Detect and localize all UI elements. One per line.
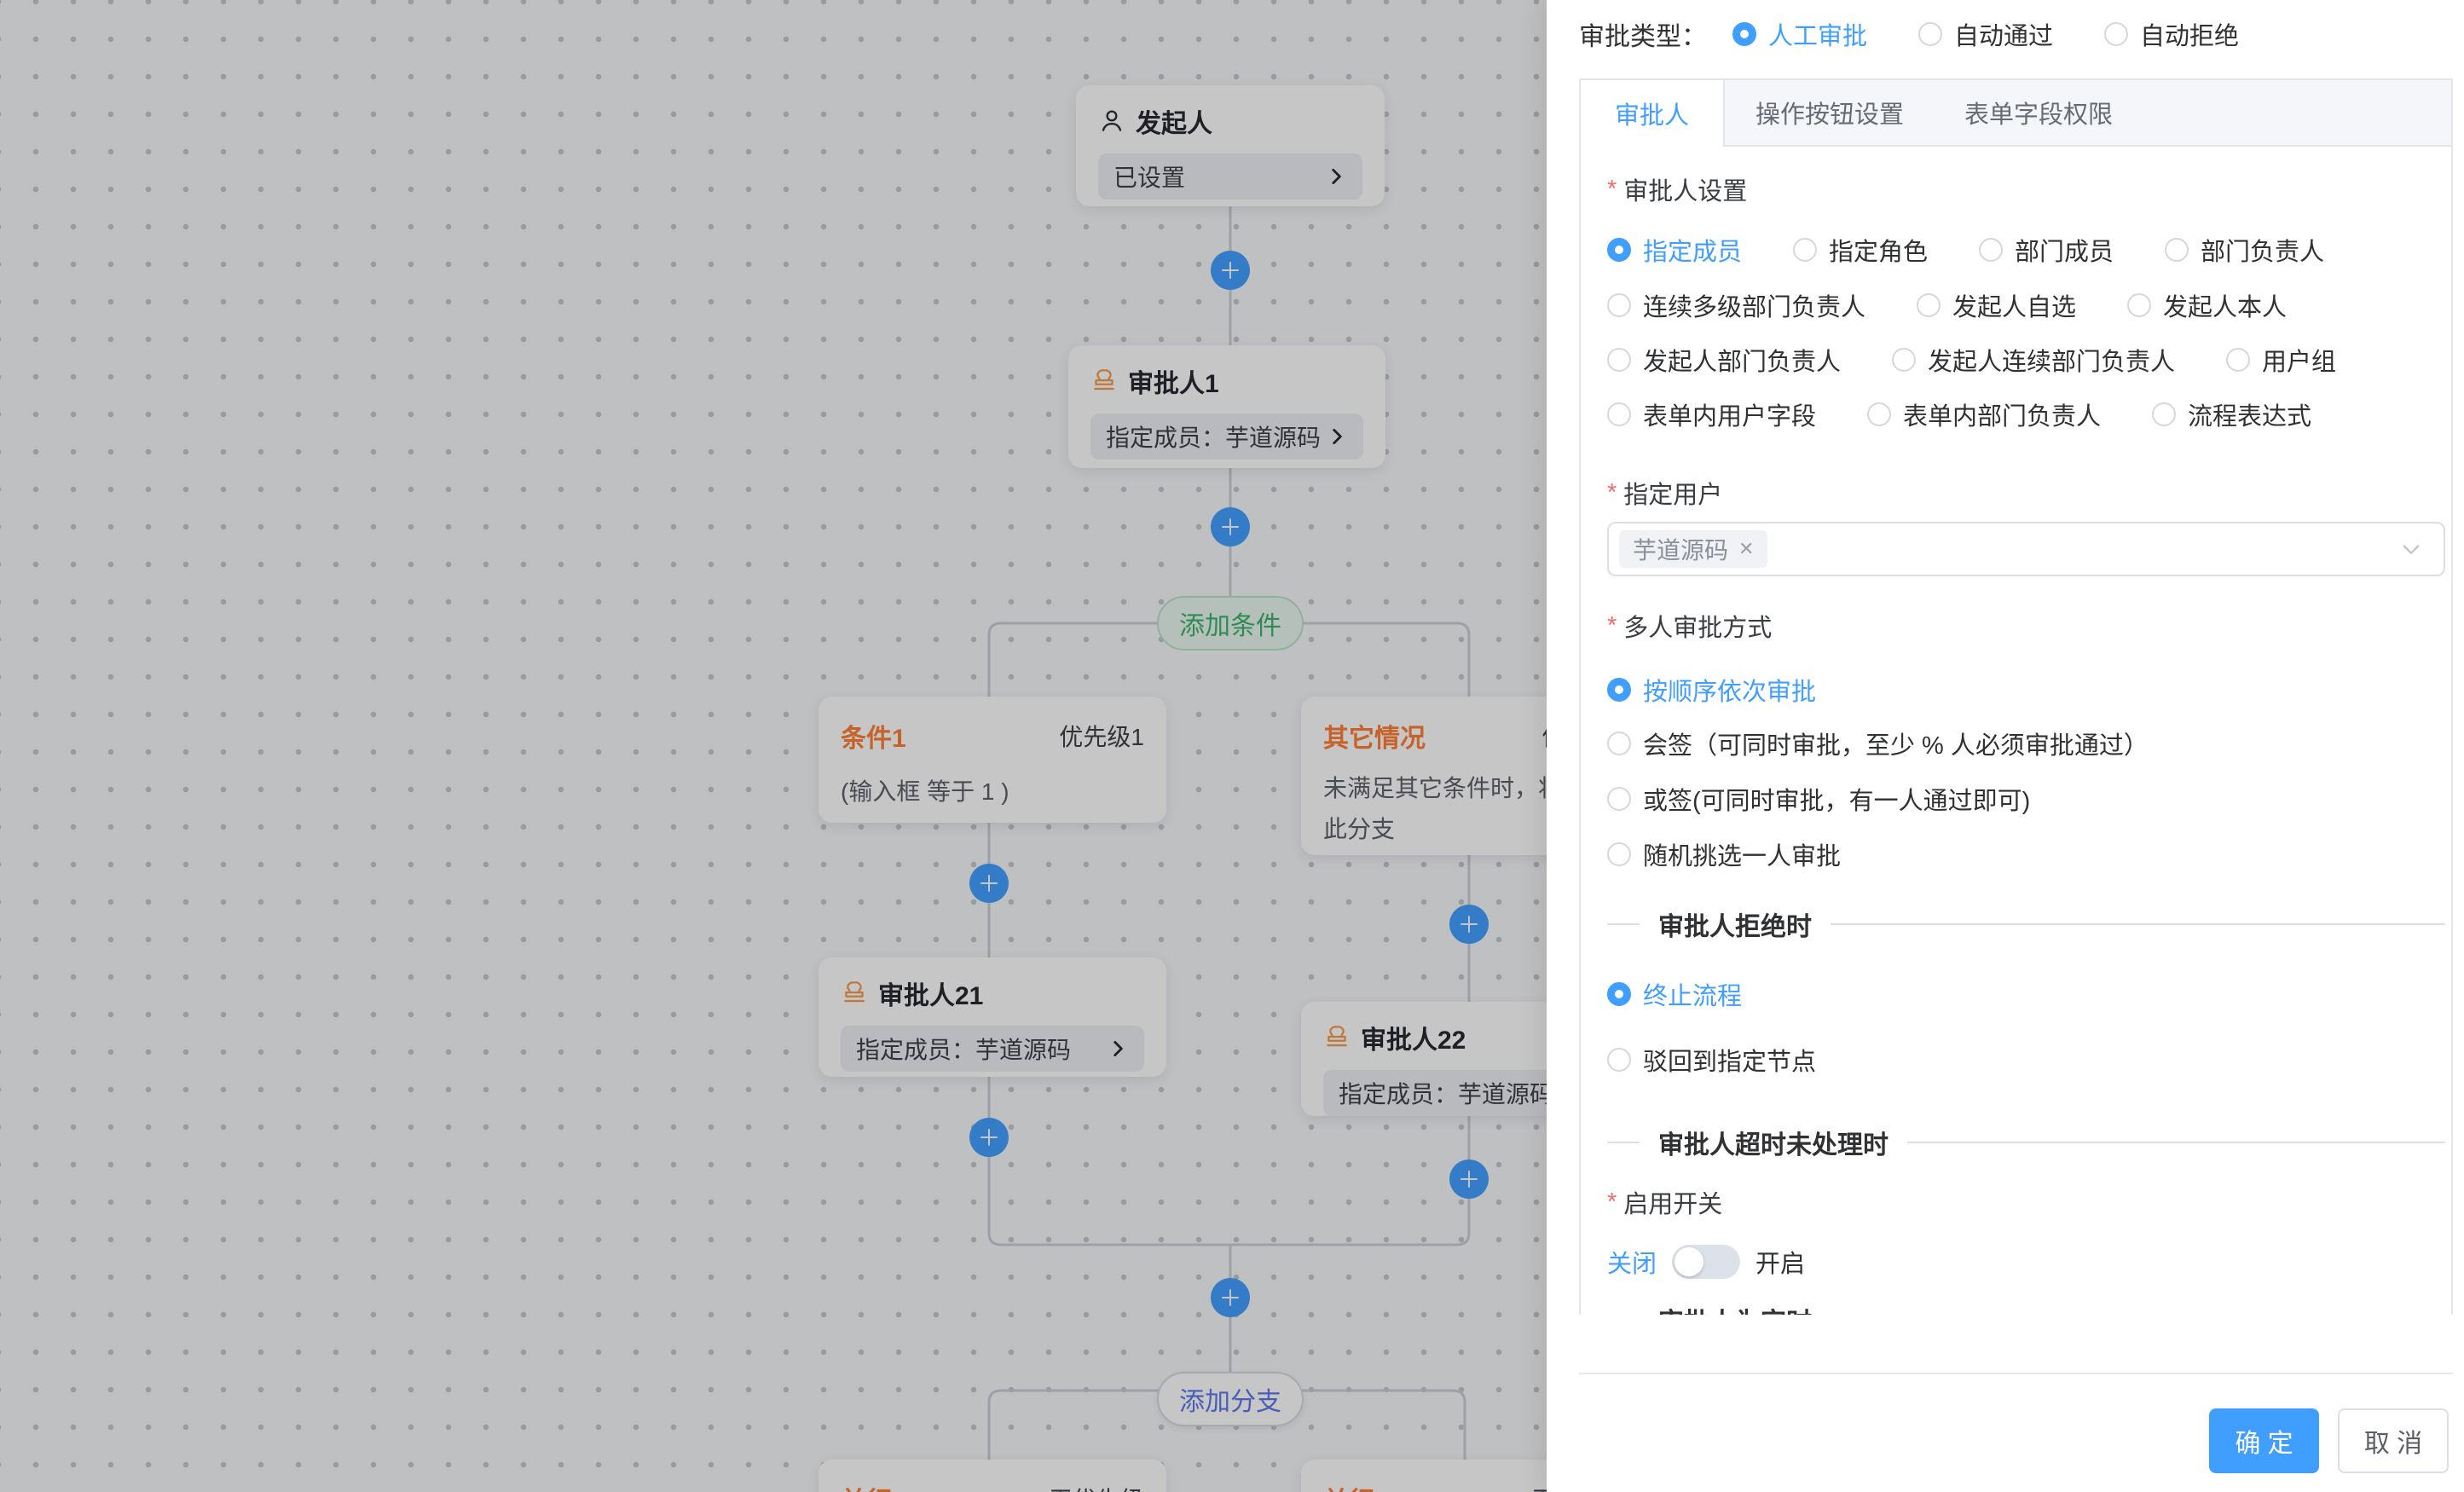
tab-action-buttons[interactable]: 操作按钮设置	[1725, 80, 1935, 145]
multi-mode-label: * 多人审批方式	[1607, 607, 1772, 645]
required-marker: *	[1607, 612, 1617, 640]
assign-user-label: * 指定用户	[1607, 474, 1722, 512]
radio-designated-member[interactable]: 指定成员	[1607, 232, 1742, 268]
radio-icon	[1793, 238, 1817, 262]
radio-return-to-node[interactable]: 驳回到指定节点	[1607, 1042, 1816, 1078]
radio-icon	[2152, 402, 2176, 426]
radio-icon	[1607, 842, 1631, 866]
radio-icon	[1867, 402, 1891, 426]
multi-mode-row: 按顺序依次审批	[1607, 670, 1867, 709]
footer-divider	[1579, 1373, 2453, 1374]
assign-user-select[interactable]: 芋道源码 ✕	[1607, 522, 2445, 576]
radio-terminate-process[interactable]: 终止流程	[1607, 976, 1742, 1012]
tag-remove-icon[interactable]: ✕	[1738, 538, 1754, 560]
radio-icon	[1607, 732, 1631, 755]
required-marker: *	[1607, 1188, 1617, 1217]
radio-icon	[2104, 22, 2128, 46]
tab-approver[interactable]: 审批人	[1581, 80, 1725, 147]
drawer-scroll-area[interactable]: 审批类型： 人工审批 自动通过 自动拒绝 审批人 操作按钮设置 表单字段权限	[1547, 0, 2464, 1315]
radio-icon	[1607, 238, 1631, 262]
approver-setting-row-4: 表单内用户字段 表单内部门负责人 流程表达式	[1607, 395, 2363, 434]
required-marker: *	[1607, 176, 1617, 204]
radio-icon	[1607, 982, 1631, 1006]
user-tag: 芋道源码 ✕	[1619, 530, 1767, 568]
radio-icon	[1607, 678, 1631, 702]
multi-mode-row: 或签(可同时审批，有一人通过即可)	[1607, 779, 2081, 818]
radio-icon	[1732, 22, 1756, 46]
radio-auto-reject[interactable]: 自动拒绝	[2104, 16, 2239, 52]
radio-or-sign[interactable]: 或签(可同时审批，有一人通过即可)	[1607, 781, 2030, 817]
reject-option-row: 驳回到指定节点	[1607, 1040, 1867, 1079]
radio-icon	[2127, 293, 2151, 317]
tab-bar: 审批人 操作按钮设置 表单字段权限	[1581, 80, 2451, 147]
radio-icon	[2226, 348, 2250, 372]
approver-setting-row-2: 连续多级部门负责人 发起人自选 发起人本人	[1607, 286, 2338, 325]
radio-icon	[2165, 238, 2189, 262]
approver-setting-row-3: 发起人部门负责人 发起人连续部门负责人 用户组	[1607, 340, 2387, 379]
radio-icon	[1607, 1048, 1631, 1072]
approver-setting-label: * 审批人设置	[1607, 171, 1747, 208]
tab-form-permissions[interactable]: 表单字段权限	[1935, 80, 2143, 145]
radio-auto-approve[interactable]: 自动通过	[1918, 16, 2053, 52]
approver-settings-drawer: 审批类型： 人工审批 自动通过 自动拒绝 审批人 操作按钮设置 表单字段权限	[1547, 0, 2464, 1492]
empty-approver-section-divider: 审批人为空时	[1607, 1301, 2445, 1315]
reject-section-title: 审批人拒绝时	[1658, 905, 1812, 943]
enable-switch-label: * 启用开关	[1607, 1183, 1722, 1221]
radio-dept-member[interactable]: 部门成员	[1979, 232, 2114, 268]
multi-mode-row: 随机挑选一人审批	[1607, 835, 1892, 874]
reject-section-divider: 审批人拒绝时	[1607, 905, 2445, 943]
radio-initiator-self[interactable]: 发起人本人	[2127, 287, 2287, 323]
radio-process-expression[interactable]: 流程表达式	[2152, 396, 2311, 432]
radio-countersign[interactable]: 会签（可同时审批，至少 % 人必须审批通过）	[1607, 726, 2149, 761]
radio-manual-approval[interactable]: 人工审批	[1732, 16, 1867, 52]
chevron-down-icon	[2399, 537, 2423, 561]
reject-option-row: 终止流程	[1607, 974, 1793, 1014]
radio-icon	[1892, 348, 1916, 372]
approval-type-row: 审批类型： 人工审批 自动通过 自动拒绝	[1579, 9, 2290, 60]
radio-icon	[1607, 402, 1631, 426]
approval-type-label: 审批类型：	[1579, 15, 1707, 53]
approver-setting-row-1: 指定成员 指定角色 部门成员 部门负责人	[1607, 230, 2375, 269]
switch-on-label: 开启	[1755, 1244, 1805, 1280]
radio-user-group[interactable]: 用户组	[2226, 342, 2336, 378]
switch-off-label: 关闭	[1607, 1244, 1657, 1280]
radio-icon	[1979, 238, 2003, 262]
radio-dept-leader[interactable]: 部门负责人	[2165, 232, 2324, 268]
user-tag-text: 芋道源码	[1633, 532, 1728, 566]
radio-icon	[1918, 22, 1942, 46]
radio-multi-level-dept-leader[interactable]: 连续多级部门负责人	[1607, 287, 1865, 323]
timeout-section-divider: 审批人超时未处理时	[1607, 1124, 2445, 1161]
radio-icon	[1607, 293, 1631, 317]
radio-icon	[1917, 293, 1941, 317]
radio-form-user-field[interactable]: 表单内用户字段	[1607, 396, 1816, 432]
confirm-button[interactable]: 确 定	[2209, 1408, 2319, 1473]
enable-switch[interactable]	[1672, 1245, 1740, 1279]
radio-initiator-self-select[interactable]: 发起人自选	[1917, 287, 2076, 323]
timeout-section-title: 审批人超时未处理时	[1658, 1124, 1888, 1161]
radio-icon	[1607, 348, 1631, 372]
radio-sequential[interactable]: 按顺序依次审批	[1607, 672, 1816, 708]
required-marker: *	[1607, 479, 1617, 507]
radio-random-one[interactable]: 随机挑选一人审批	[1607, 836, 1841, 872]
radio-initiator-consecutive-dept-leader[interactable]: 发起人连续部门负责人	[1892, 342, 2175, 378]
radio-initiator-dept-leader[interactable]: 发起人部门负责人	[1607, 342, 1841, 378]
empty-approver-section-title: 审批人为空时	[1658, 1301, 1812, 1315]
radio-form-dept-leader[interactable]: 表单内部门负责人	[1867, 396, 2101, 432]
radio-icon	[1607, 787, 1631, 811]
timeout-toggle-row: 关闭 开启	[1607, 1243, 1805, 1281]
cancel-button[interactable]: 取 消	[2338, 1408, 2449, 1473]
multi-mode-row: 会签（可同时审批，至少 % 人必须审批通过）	[1607, 724, 2200, 763]
radio-designated-role[interactable]: 指定角色	[1793, 232, 1928, 268]
